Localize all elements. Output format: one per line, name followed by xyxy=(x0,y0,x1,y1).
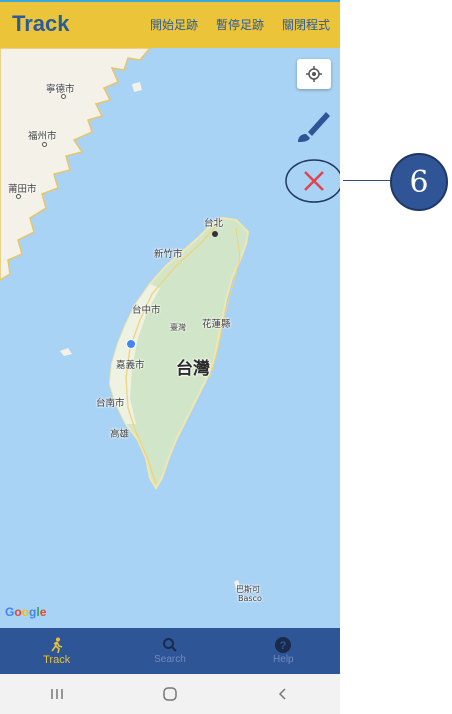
app-bar: Track 開始足跡 暫停足跡 關閉程式 xyxy=(0,0,340,48)
home-button[interactable] xyxy=(150,679,190,709)
draw-brush-button[interactable] xyxy=(292,108,332,148)
callout-badge: 6 xyxy=(390,153,448,211)
city-marker xyxy=(61,94,66,99)
home-icon xyxy=(163,687,177,701)
pause-track-button[interactable]: 暫停足跡 xyxy=(216,16,264,33)
place-label: 莆田市 xyxy=(8,184,37,195)
place-label: 花蓮縣 xyxy=(202,319,231,330)
callout-connector xyxy=(343,180,391,181)
start-track-button[interactable]: 開始足跡 xyxy=(150,16,198,33)
nav-help[interactable]: ? Help xyxy=(227,628,340,674)
capital-marker xyxy=(212,231,218,237)
nav-label: Help xyxy=(273,654,294,665)
nav-label: Search xyxy=(154,654,186,665)
recents-button[interactable] xyxy=(37,679,77,709)
help-icon: ? xyxy=(275,637,292,653)
place-label: 寧德市 xyxy=(46,84,75,95)
my-location-icon xyxy=(306,66,322,82)
place-label: 台南市 xyxy=(96,398,125,409)
place-label: 嘉義市 xyxy=(116,360,145,371)
mainland-land xyxy=(0,48,151,281)
svg-text:?: ? xyxy=(280,640,287,652)
google-logo: Google xyxy=(5,605,47,619)
callout-number: 6 xyxy=(409,164,429,200)
bottom-navigation: Track Search ? Help xyxy=(0,628,340,674)
close-x-icon xyxy=(285,159,340,203)
place-label: 臺灣 xyxy=(170,323,186,332)
back-chevron-icon xyxy=(279,688,286,700)
island xyxy=(132,82,142,92)
island xyxy=(60,348,72,356)
paint-brush-icon xyxy=(298,112,330,142)
back-button[interactable] xyxy=(263,679,303,709)
city-marker xyxy=(16,194,21,199)
place-label: 高雄 xyxy=(110,429,130,440)
map-view[interactable]: 寧德市 福州市 莆田市 台北 新竹市 台中市 臺灣 花蓮縣 嘉義市 台灣 台南市… xyxy=(0,48,340,628)
phone-screen: Track 開始足跡 暫停足跡 關閉程式 寧德市 福州市 莆田市 台北 新竹市 … xyxy=(0,0,340,714)
nav-track[interactable]: Track xyxy=(0,628,113,674)
place-label: Basco xyxy=(238,594,262,603)
walking-person-icon xyxy=(51,637,62,653)
app-title: Track xyxy=(12,11,70,36)
search-icon xyxy=(162,638,177,652)
place-label: 福州市 xyxy=(28,131,57,142)
city-marker xyxy=(42,142,47,147)
system-navigation-bar xyxy=(0,674,340,714)
current-location-dot xyxy=(126,339,136,349)
nav-search[interactable]: Search xyxy=(113,628,226,674)
place-label: 台北 xyxy=(204,218,224,229)
locate-button[interactable] xyxy=(297,59,331,89)
app-actions: 開始足跡 暫停足跡 關閉程式 xyxy=(150,16,330,33)
place-label: 台中市 xyxy=(132,305,161,316)
close-app-button[interactable]: 關閉程式 xyxy=(282,16,330,33)
recents-icon xyxy=(50,689,63,699)
nav-label: Track xyxy=(43,653,71,666)
place-label: 新竹市 xyxy=(154,249,183,260)
clear-track-button[interactable] xyxy=(285,158,340,204)
region-label: 台灣 xyxy=(176,359,210,379)
